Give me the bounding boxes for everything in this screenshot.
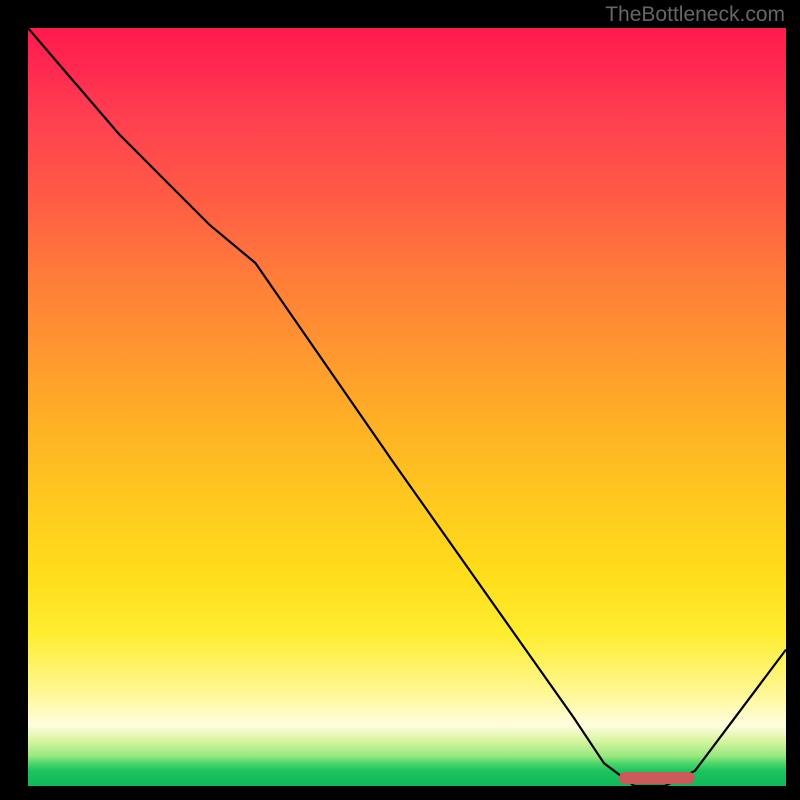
bottleneck-curve — [28, 28, 786, 786]
chart-plot-area — [28, 28, 786, 786]
optimal-range-marker — [619, 772, 695, 784]
watermark-text: TheBottleneck.com — [605, 3, 785, 27]
